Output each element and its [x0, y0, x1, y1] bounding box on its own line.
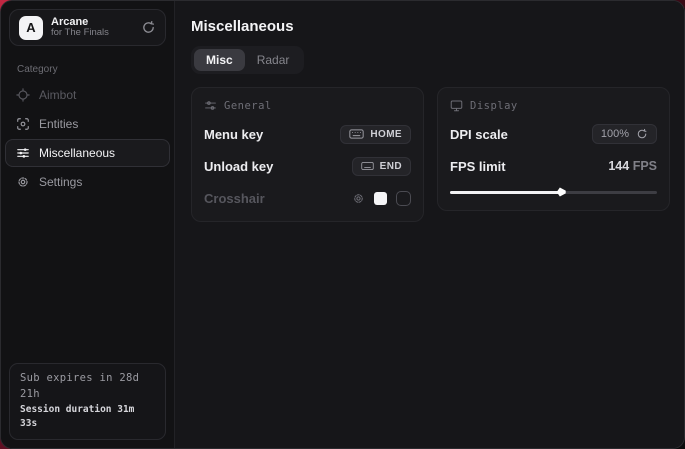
- app-window: A Arcane for The Finals Category: [0, 0, 685, 449]
- sidebar-nav: Aimbot Entities: [1, 81, 174, 197]
- sidebar: A Arcane for The Finals Category: [1, 1, 175, 448]
- brand-text: Arcane for The Finals: [51, 16, 133, 40]
- crosshair-checkbox[interactable]: [396, 191, 411, 206]
- monitor-icon: [450, 99, 463, 112]
- general-card-header: General: [204, 99, 411, 112]
- sidebar-item-label: Miscellaneous: [39, 146, 115, 160]
- sidebar-item-aimbot[interactable]: Aimbot: [5, 81, 170, 109]
- entity-scan-icon: [16, 117, 30, 131]
- crosshair-controls: [352, 191, 411, 206]
- display-card-title: Display: [470, 100, 518, 112]
- unload-key-value: END: [380, 161, 402, 172]
- sidebar-item-entities[interactable]: Entities: [5, 110, 170, 138]
- crosshair-settings-gear-icon[interactable]: [352, 192, 365, 205]
- fps-unit: FPS: [633, 159, 657, 173]
- menu-key-value: HOME: [370, 129, 402, 140]
- sub-expires-text: Sub expires in 28d 21h: [20, 371, 155, 403]
- crosshair-color-swatch[interactable]: [374, 192, 387, 205]
- sidebar-item-label: Aimbot: [39, 88, 76, 102]
- fps-slider[interactable]: [450, 187, 657, 197]
- sidebar-item-miscellaneous[interactable]: Miscellaneous: [5, 139, 170, 167]
- fps-slider-fill: [450, 191, 560, 194]
- general-card: General Menu key HOME: [191, 87, 424, 222]
- fps-slider-thumb[interactable]: [557, 188, 566, 197]
- reset-icon[interactable]: [636, 128, 648, 140]
- sidebar-item-label: Entities: [39, 117, 78, 131]
- unload-key-bind-button[interactable]: END: [352, 157, 411, 176]
- fps-limit-row: FPS limit 144 FPS: [450, 156, 657, 176]
- main-content: Miscellaneous Misc Radar General: [175, 1, 685, 448]
- gear-icon: [16, 175, 30, 189]
- tab-bar: Misc Radar: [191, 46, 304, 74]
- crosshair-label: Crosshair: [204, 191, 265, 206]
- crosshair-icon: [16, 88, 30, 102]
- menu-key-row: Menu key HOME: [204, 124, 411, 144]
- brand-card: A Arcane for The Finals: [9, 9, 166, 46]
- crosshair-row: Crosshair: [204, 188, 411, 208]
- fps-number: 144: [608, 159, 629, 173]
- sync-icon[interactable]: [141, 20, 156, 35]
- display-card-header: Display: [450, 99, 657, 112]
- category-label: Category: [17, 64, 174, 75]
- dpi-scale-value: 100%: [601, 128, 629, 140]
- display-card: Display DPI scale 100%: [437, 87, 670, 211]
- brand-logo: A: [19, 16, 43, 40]
- session-duration-text: Session duration 31m 33s: [20, 403, 155, 432]
- unload-key-label: Unload key: [204, 159, 273, 174]
- general-card-title: General: [224, 100, 272, 112]
- sidebar-item-label: Settings: [39, 175, 82, 189]
- fps-limit-label: FPS limit: [450, 159, 506, 174]
- menu-key-label: Menu key: [204, 127, 263, 142]
- tab-radar[interactable]: Radar: [245, 49, 302, 71]
- brand-subtitle: for The Finals: [51, 28, 133, 39]
- fps-limit-value: 144 FPS: [608, 159, 657, 173]
- dpi-scale-row: DPI scale 100%: [450, 124, 657, 144]
- keyboard-icon: [361, 161, 374, 171]
- dpi-scale-label: DPI scale: [450, 127, 508, 142]
- dpi-scale-control[interactable]: 100%: [592, 124, 657, 144]
- tune-icon: [204, 99, 217, 112]
- unload-key-row: Unload key END: [204, 156, 411, 176]
- sidebar-item-settings[interactable]: Settings: [5, 168, 170, 196]
- keyboard-icon: [349, 129, 364, 139]
- subscription-info-card: Sub expires in 28d 21h Session duration …: [9, 363, 166, 440]
- page-title: Miscellaneous: [191, 18, 670, 35]
- sliders-icon: [16, 146, 30, 160]
- tab-misc[interactable]: Misc: [194, 49, 245, 71]
- menu-key-bind-button[interactable]: HOME: [340, 125, 411, 144]
- cards-row: General Menu key HOME: [191, 87, 670, 222]
